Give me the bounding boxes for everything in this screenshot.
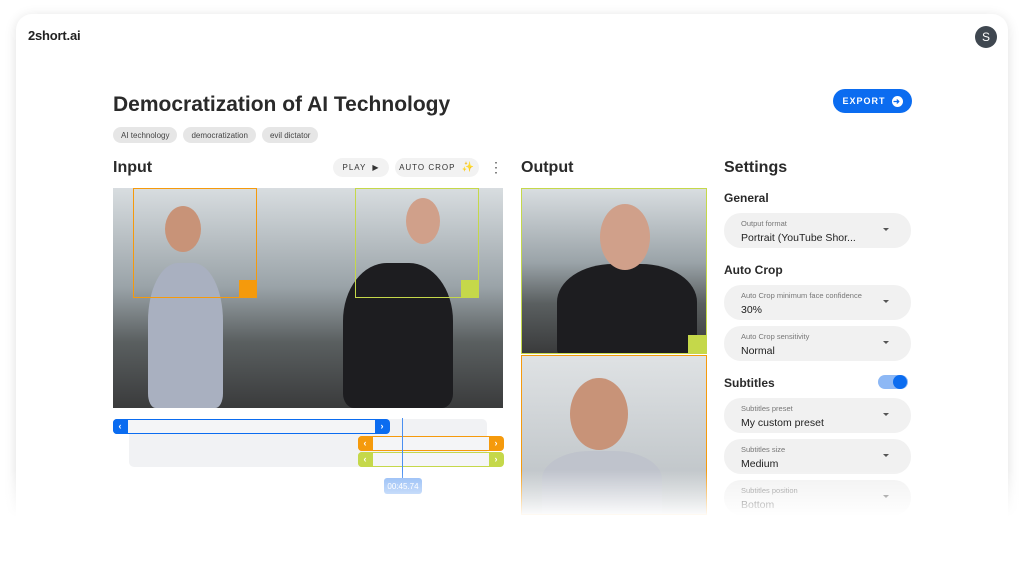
playhead-time: 00:45.74 xyxy=(384,478,422,494)
export-label: EXPORT xyxy=(842,96,886,106)
general-heading: General xyxy=(724,191,769,205)
output-heading: Output xyxy=(521,159,574,176)
timeline-segment-blue[interactable]: ‹ › xyxy=(112,418,390,434)
settings-heading: Settings xyxy=(724,159,788,176)
crop-handle[interactable] xyxy=(461,280,479,298)
field-value: My custom preset xyxy=(741,417,824,429)
subtitles-position-select[interactable]: Subtitles position Bottom xyxy=(724,480,911,515)
chevron-left-icon[interactable]: ‹ xyxy=(357,451,373,467)
subtitles-toggle[interactable] xyxy=(878,375,908,389)
chevron-left-icon[interactable]: ‹ xyxy=(112,418,128,434)
chevron-right-icon[interactable]: › xyxy=(374,418,390,434)
timeline-segment-orange[interactable]: ‹ › xyxy=(357,435,504,451)
caret-down-icon xyxy=(883,454,889,457)
play-icon: ▶ xyxy=(372,163,380,172)
auto-crop-heading: Auto Crop xyxy=(724,263,783,277)
subtitles-heading: Subtitles xyxy=(724,376,775,390)
caret-down-icon xyxy=(883,495,889,498)
caret-down-icon xyxy=(883,341,889,344)
sensitivity-select[interactable]: Auto Crop sensitivity Normal xyxy=(724,326,911,361)
tag-list: AI technology democratization evil dicta… xyxy=(113,127,319,143)
tag[interactable]: democratization xyxy=(183,127,256,143)
subtitles-size-select[interactable]: Subtitles size Medium xyxy=(724,439,911,474)
field-value: Portrait (YouTube Shor... xyxy=(741,232,856,244)
playhead[interactable] xyxy=(402,418,403,478)
tag[interactable]: evil dictator xyxy=(261,127,319,143)
toggle-knob xyxy=(893,375,907,389)
field-label: Subtitles preset xyxy=(741,404,793,413)
auto-crop-button[interactable]: AUTO CROP ✨ xyxy=(395,158,479,177)
field-value: 30% xyxy=(741,304,763,316)
timeline-segment-green[interactable]: ‹ › xyxy=(357,451,504,467)
input-video[interactable] xyxy=(113,188,503,408)
play-label: PLAY xyxy=(342,163,367,172)
page-title: Democratization of AI Technology xyxy=(113,93,451,116)
logo[interactable]: 2short.ai xyxy=(28,28,81,43)
crop-handle[interactable] xyxy=(239,280,257,298)
output-video-top xyxy=(521,188,707,354)
chevron-left-icon[interactable]: ‹ xyxy=(357,435,373,451)
field-label: Subtitles size xyxy=(741,445,786,454)
more-vertical-icon[interactable]: ⋮ xyxy=(489,159,503,175)
chevron-right-icon[interactable]: › xyxy=(488,451,504,467)
arrow-right-icon: ➜ xyxy=(891,95,903,107)
caret-down-icon xyxy=(883,413,889,416)
export-button[interactable]: EXPORT ➜ xyxy=(833,89,912,113)
field-value: Bottom xyxy=(741,499,775,511)
auto-crop-label: AUTO CROP xyxy=(399,163,456,172)
field-value: Normal xyxy=(741,345,775,357)
field-label: Auto Crop sensitivity xyxy=(741,332,810,341)
field-label: Auto Crop minimum face confidence xyxy=(741,291,862,300)
avatar[interactable]: S xyxy=(975,26,997,48)
input-heading: Input xyxy=(113,159,153,176)
field-label: Subtitles position xyxy=(741,486,798,495)
field-label: Output format xyxy=(741,219,787,228)
caret-down-icon xyxy=(883,300,889,303)
subtitles-preset-select[interactable]: Subtitles preset My custom preset xyxy=(724,398,911,433)
crop-box-green[interactable] xyxy=(355,188,479,298)
tag[interactable]: AI technology xyxy=(113,127,178,143)
chevron-right-icon[interactable]: › xyxy=(488,435,504,451)
field-value: Medium xyxy=(741,458,779,470)
crop-box-orange[interactable] xyxy=(133,188,257,298)
face-confidence-select[interactable]: Auto Crop minimum face confidence 30% xyxy=(724,285,911,320)
output-format-select[interactable]: Output format Portrait (YouTube Shor... xyxy=(724,213,911,248)
magic-wand-icon: ✨ xyxy=(461,162,475,173)
play-button[interactable]: PLAY ▶ xyxy=(333,158,389,177)
caret-down-icon xyxy=(883,228,889,231)
output-video-bottom xyxy=(521,355,707,515)
